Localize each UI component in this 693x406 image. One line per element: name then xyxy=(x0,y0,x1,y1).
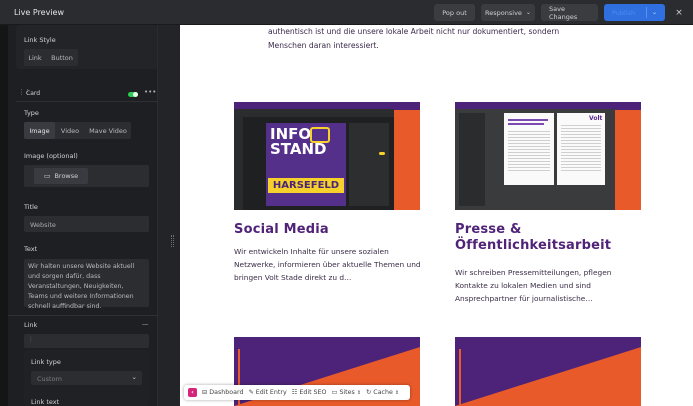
image-label: Image (optional) xyxy=(24,152,78,160)
card-divider xyxy=(16,101,157,102)
card-image-screenshot: INFO STAND HARSEFELD xyxy=(234,109,394,210)
publish-button[interactable]: Publish ⌄ xyxy=(604,4,665,21)
edit-seo-link[interactable]: ☷ Edit SEO xyxy=(292,389,327,396)
card-image: INFO STAND HARSEFELD xyxy=(234,102,420,210)
title-input[interactable]: Website xyxy=(24,216,149,232)
card-text: Wir entwickeln Inhalte für unsere sozial… xyxy=(234,247,421,282)
link-text-label: Link text xyxy=(31,398,60,406)
site-preview: authentisch ist und die unsere lokale Ar… xyxy=(180,25,693,406)
volt-logo: Volt xyxy=(589,115,603,122)
card-image-row2-right xyxy=(455,337,641,406)
info-stand-text: INFO STAND xyxy=(270,125,327,158)
sites-menu[interactable]: ▭ Sites ⇕ xyxy=(331,389,361,396)
card-label: Card xyxy=(26,90,41,97)
harsefeld-banner: HARSEFELD xyxy=(268,178,344,193)
link-drag-row: ⋮ xyxy=(24,334,149,348)
card-title: Presse & Öffentlichkeitsarbeit xyxy=(455,222,612,253)
drag-handle-icon[interactable]: ⋮ xyxy=(28,336,34,343)
dashboard-link[interactable]: ⊟ Dashboard xyxy=(202,389,243,396)
sites-icon: ▭ xyxy=(331,389,338,396)
speech-bubble-icon xyxy=(310,127,330,143)
seo-icon: ☷ xyxy=(291,389,298,396)
resize-handle-icon[interactable] xyxy=(171,235,174,247)
browse-button[interactable]: ▭ Browse xyxy=(34,168,88,184)
type-video[interactable]: Video xyxy=(55,122,85,139)
cms-logo-icon[interactable]: ‹ xyxy=(188,388,197,397)
text-textarea[interactable]: Wir halten unsere Website aktuell und so… xyxy=(24,259,149,310)
link-style-link[interactable]: Link xyxy=(24,49,46,66)
card-enabled-toggle[interactable] xyxy=(128,92,138,97)
card-text: Wir schreiben Pressemitteilungen, pflege… xyxy=(455,268,612,303)
folder-icon: ▭ xyxy=(43,172,51,180)
edit-sidebar: Link Style Link Button ⋮⋮ Card ••• Type … xyxy=(8,25,158,406)
link-style-toggle: Link Button xyxy=(24,49,78,66)
link-label: Link xyxy=(24,321,38,329)
chevron-down-icon[interactable]: ⌄ xyxy=(652,9,657,16)
responsive-label: Responsive xyxy=(485,8,522,17)
type-mave-video[interactable]: Mave Video xyxy=(85,122,131,139)
type-toggle: Image Video Mave Video xyxy=(24,122,131,139)
dashboard-icon: ⊟ xyxy=(202,389,208,396)
window-title: Live Preview xyxy=(14,7,65,17)
link-style-label: Link Style xyxy=(24,36,56,44)
link-type-value: Custom xyxy=(37,375,62,383)
card-image-orange xyxy=(611,110,641,210)
link-style-panel: Link Style Link Button xyxy=(16,25,157,69)
refresh-icon: ↻ xyxy=(366,389,372,396)
resize-splitter[interactable] xyxy=(158,25,180,406)
image-field: ▭ Browse xyxy=(24,165,149,187)
card-social-media[interactable]: INFO STAND HARSEFELD Social Media Wir en… xyxy=(234,102,421,302)
chevron-down-icon: ⌄ xyxy=(525,9,531,16)
title-label: Title xyxy=(24,203,38,211)
type-label: Type xyxy=(24,109,39,117)
edit-entry-link[interactable]: ✎ Edit Entry xyxy=(248,389,286,396)
collapse-icon[interactable]: — xyxy=(142,320,149,328)
link-type-label: Link type xyxy=(31,358,61,366)
type-image[interactable]: Image xyxy=(24,122,55,139)
card-image-screenshot: Volt xyxy=(455,109,615,210)
publish-label: Publish xyxy=(612,8,636,17)
top-actions: Pop out Responsive ⌄ Save Changes Publis… xyxy=(434,4,687,21)
responsive-select[interactable]: Responsive ⌄ xyxy=(481,4,535,21)
intro-paragraph: authentisch ist und die unsere lokale Ar… xyxy=(268,27,560,50)
cache-menu[interactable]: ↻ Cache ⇕ xyxy=(366,389,399,396)
link-type-select[interactable]: Custom ⌄ xyxy=(31,371,142,385)
close-icon[interactable]: × xyxy=(671,4,687,21)
card-presse[interactable]: Volt Presse & Öffentlichkeitsarbeit Wir … xyxy=(455,102,641,317)
chevron-updown-icon: ⇕ xyxy=(394,389,400,396)
link-options-panel: Link type Custom ⌄ Link text xyxy=(24,350,149,406)
link-style-button[interactable]: Button xyxy=(46,49,78,66)
top-bar: Live Preview Pop out Responsive ⌄ Save C… xyxy=(0,0,693,25)
browse-label: Browse xyxy=(54,172,79,180)
card-image-orange xyxy=(390,110,420,210)
publish-separator xyxy=(646,7,648,18)
chevron-updown-icon: ⇕ xyxy=(356,389,362,396)
left-gutter xyxy=(0,25,8,406)
text-label: Text xyxy=(24,245,38,253)
card-title: Social Media xyxy=(234,222,329,237)
text-divider xyxy=(8,315,158,316)
chevron-down-icon: ⌄ xyxy=(131,373,137,381)
more-options-icon[interactable]: ••• xyxy=(144,88,156,96)
pencil-icon: ✎ xyxy=(248,389,254,396)
save-changes-button[interactable]: Save Changes xyxy=(541,4,598,21)
pop-out-button[interactable]: Pop out xyxy=(434,4,475,21)
card-image: Volt xyxy=(455,102,641,210)
bottom-toolbar: ‹ ⊟ Dashboard ✎ Edit Entry ☷ Edit SEO ▭ … xyxy=(184,385,410,400)
